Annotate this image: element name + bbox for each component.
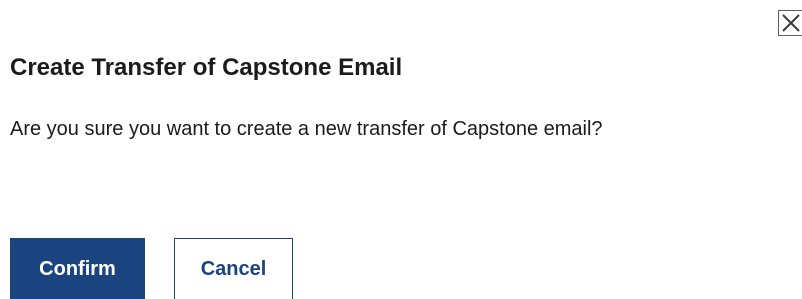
dialog-message: Are you sure you want to create a new tr… xyxy=(10,118,603,140)
close-button[interactable] xyxy=(778,10,802,36)
confirmation-dialog: Create Transfer of Capstone Email Are yo… xyxy=(0,0,802,299)
confirm-button[interactable]: Confirm xyxy=(10,238,145,299)
cancel-button[interactable]: Cancel xyxy=(174,238,293,299)
dialog-title: Create Transfer of Capstone Email xyxy=(10,54,403,81)
close-icon xyxy=(782,14,800,32)
